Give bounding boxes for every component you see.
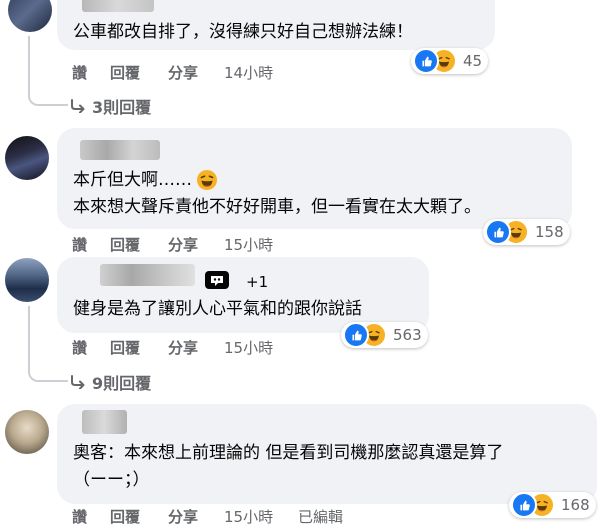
reaction-count: 45 xyxy=(463,52,483,70)
commenter-avatar[interactable] xyxy=(8,0,52,32)
commenter-name[interactable] xyxy=(82,410,127,434)
commenter-avatar[interactable] xyxy=(5,136,49,180)
reply-action[interactable]: 回覆 xyxy=(110,337,140,358)
share-action[interactable]: 分享 xyxy=(168,506,198,527)
commenter-avatar[interactable] xyxy=(5,258,49,302)
comment-text: 奧客：本來想上前理論的 但是看到司機那麼認真還是算了 xyxy=(73,443,504,463)
commenter-avatar[interactable] xyxy=(5,410,49,454)
reply-action[interactable]: 回覆 xyxy=(110,234,140,255)
reaction-summary[interactable]: 158 xyxy=(483,219,570,245)
like-action[interactable]: 讚 xyxy=(72,62,87,83)
thread-connector xyxy=(28,36,68,106)
comment-text: （ーー；） xyxy=(73,470,150,490)
top-fan-badge-icon[interactable] xyxy=(205,271,229,289)
thumbs-up-icon xyxy=(511,492,537,518)
reply-action[interactable]: 回覆 xyxy=(110,62,140,83)
commenter-name[interactable] xyxy=(100,264,195,286)
thumbs-up-icon xyxy=(343,322,369,348)
comment-time[interactable]: 15小時 xyxy=(224,506,273,527)
reaction-count: 158 xyxy=(535,223,564,241)
like-action[interactable]: 讚 xyxy=(72,234,87,255)
comment-text: 公車都改自排了，沒得練只好自己想辦法練！ xyxy=(73,22,413,42)
reaction-count: 563 xyxy=(393,326,422,344)
comment-text: 健身是為了讓別人心平氣和的跟你說話 xyxy=(73,299,362,319)
replies-count-label: 3則回覆 xyxy=(92,98,152,117)
share-action[interactable]: 分享 xyxy=(168,234,198,255)
laughing-face-icon xyxy=(197,170,218,190)
commenter-name[interactable] xyxy=(82,0,154,12)
comment-text: 本斤但大啊…… xyxy=(73,167,218,194)
comment-actions: 讚 回覆 分享 15小時 xyxy=(72,234,332,254)
comment-time[interactable]: 15小時 xyxy=(224,234,273,255)
comment-text: 本來想大聲斥責他不好好開車，但一看實在太大顆了。 xyxy=(73,197,481,217)
badge-count[interactable]: +1 xyxy=(246,273,268,291)
replies-count-label: 9則回覆 xyxy=(92,374,152,393)
reply-arrow-icon xyxy=(70,98,92,117)
share-action[interactable]: 分享 xyxy=(168,62,198,83)
reaction-summary[interactable]: 45 xyxy=(411,48,489,74)
comment-actions: 讚 回覆 分享 15小時 已編輯 xyxy=(72,506,372,526)
reply-arrow-icon xyxy=(70,374,92,393)
comment-time[interactable]: 15小時 xyxy=(224,337,273,358)
like-action[interactable]: 讚 xyxy=(72,506,87,527)
comment-actions: 讚 回覆 分享 15小時 xyxy=(72,337,332,357)
thumbs-up-icon xyxy=(485,219,511,245)
edited-label[interactable]: 已編輯 xyxy=(298,506,343,527)
thread-connector xyxy=(28,306,68,382)
comment-actions: 讚 回覆 分享 14小時 xyxy=(72,62,332,82)
view-replies-link[interactable]: 3則回覆 xyxy=(70,94,151,118)
share-action[interactable]: 分享 xyxy=(168,337,198,358)
reaction-summary[interactable]: 168 xyxy=(509,492,596,518)
comment-time[interactable]: 14小時 xyxy=(224,62,273,83)
reply-action[interactable]: 回覆 xyxy=(110,506,140,527)
thumbs-up-icon xyxy=(413,48,439,74)
like-action[interactable]: 讚 xyxy=(72,337,87,358)
commenter-name[interactable] xyxy=(80,140,160,160)
view-replies-link[interactable]: 9則回覆 xyxy=(70,370,151,394)
reaction-count: 168 xyxy=(561,496,590,514)
reaction-summary[interactable]: 563 xyxy=(341,322,428,348)
